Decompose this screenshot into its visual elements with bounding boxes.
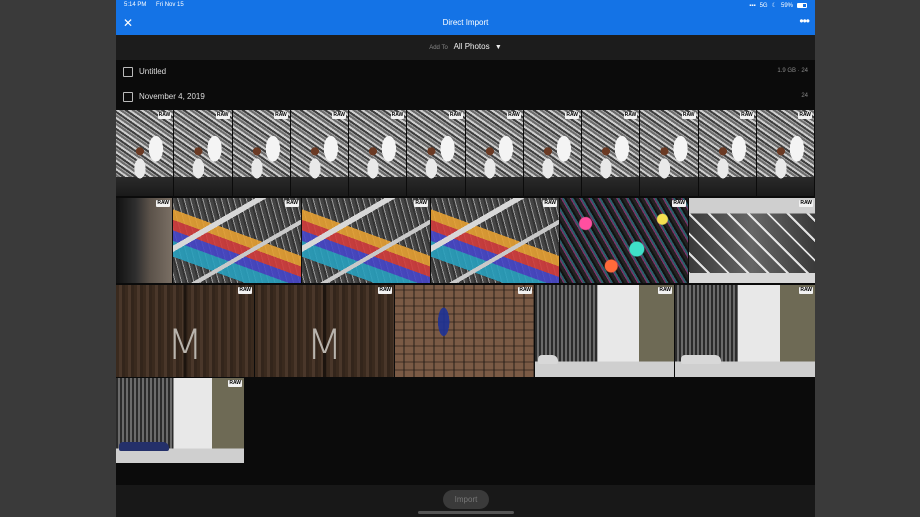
chevron-down-icon[interactable]: ▼: [495, 44, 502, 51]
photo-row: M RAW M RAW RAW RAW RAW: [116, 285, 815, 377]
album-selector[interactable]: All Photos: [454, 42, 490, 51]
more-icon[interactable]: •••: [799, 14, 810, 28]
signal-icon: ▪▪▪: [749, 2, 756, 9]
raw-badge: RAW: [285, 200, 299, 207]
photo-thumbnail[interactable]: M RAW: [255, 285, 394, 377]
raw-badge: RAW: [332, 112, 346, 119]
photo-thumbnail[interactable]: RAW: [640, 110, 698, 196]
raw-badge: RAW: [274, 112, 288, 119]
raw-badge: RAW: [799, 200, 813, 207]
raw-badge: RAW: [681, 112, 696, 119]
raw-badge: RAW: [543, 200, 557, 207]
raw-badge: RAW: [507, 112, 521, 119]
raw-badge: RAW: [228, 380, 242, 387]
photo-row: RAW RAW RAW RAW RAW RAW RAW RAW RAW RAW RAW RAW: [116, 110, 815, 196]
raw-badge: RAW: [798, 112, 812, 119]
group-meta: 24: [801, 93, 808, 99]
battery-icon: [797, 3, 807, 8]
photo-row: RAW: [116, 378, 815, 463]
moon-icon: ☾: [771, 3, 777, 9]
import-button[interactable]: Import: [443, 490, 489, 509]
photo-grid: RAW RAW RAW RAW RAW RAW RAW RAW RAW RAW RAW RAW RAW…: [116, 110, 815, 485]
raw-badge: RAW: [518, 287, 532, 294]
raw-badge: RAW: [215, 112, 230, 119]
select-group-checkbox[interactable]: [123, 92, 133, 102]
photo-thumbnail[interactable]: RAW: [395, 285, 534, 377]
title-bar: ✕ Direct Import •••: [116, 12, 815, 35]
raw-badge: RAW: [565, 112, 579, 119]
raw-badge: RAW: [799, 287, 813, 294]
battery-percent: 59%: [780, 2, 793, 9]
status-time: 5:14 PM: [124, 2, 147, 8]
car: [680, 355, 721, 365]
select-group-checkbox[interactable]: [123, 67, 133, 77]
group-row-untitled: Untitled 1.9 GB · 24: [116, 60, 815, 84]
status-bar: 5:14 PM Fri Nov 15 ▪▪▪ 5G ☾ 59%: [116, 0, 815, 12]
photo-thumbnail[interactable]: RAW: [174, 110, 232, 196]
home-indicator[interactable]: [418, 511, 514, 514]
photo-thumbnail[interactable]: RAW: [698, 110, 756, 196]
photo-thumbnail[interactable]: RAW: [116, 378, 244, 463]
raw-badge: RAW: [740, 112, 754, 119]
photo-thumbnail[interactable]: RAW: [407, 110, 465, 196]
photo-thumbnail[interactable]: RAW: [560, 198, 688, 283]
photo-thumbnail[interactable]: RAW: [302, 198, 430, 283]
group-name: November 4, 2019: [139, 92, 205, 101]
raw-badge: RAW: [378, 287, 392, 294]
photo-thumbnail[interactable]: RAW: [431, 198, 559, 283]
raw-badge: RAW: [414, 200, 428, 207]
direct-import-screen: 5:14 PM Fri Nov 15 ▪▪▪ 5G ☾ 59% ✕ Direct…: [116, 0, 815, 517]
raw-badge: RAW: [390, 112, 405, 119]
photo-thumbnail[interactable]: RAW: [689, 198, 815, 283]
photo-thumbnail[interactable]: RAW: [116, 110, 174, 196]
door-letter: M: [166, 319, 204, 369]
group-name: Untitled: [139, 67, 167, 76]
photo-thumbnail[interactable]: RAW: [535, 285, 674, 377]
photo-thumbnail[interactable]: RAW: [116, 198, 172, 283]
raw-badge: RAW: [658, 287, 672, 294]
network-label: 5G: [759, 2, 768, 9]
raw-badge: RAW: [157, 112, 172, 119]
photo-thumbnail[interactable]: M RAW: [116, 285, 254, 377]
door-letter: M: [306, 319, 343, 369]
photo-thumbnail[interactable]: RAW: [675, 285, 815, 377]
group-row-date: November 4, 2019 24: [116, 85, 815, 109]
raw-badge: RAW: [238, 287, 252, 294]
car: [537, 355, 558, 365]
add-to-label: Add To: [429, 45, 448, 51]
photo-thumbnail[interactable]: RAW: [582, 110, 640, 196]
raw-badge: RAW: [156, 200, 170, 207]
photo-thumbnail[interactable]: RAW: [756, 110, 814, 196]
add-to-bar: Add To All Photos ▼: [116, 35, 815, 60]
raw-badge: RAW: [448, 112, 463, 119]
raw-badge: RAW: [623, 112, 638, 119]
car: [118, 442, 169, 452]
photo-thumbnail[interactable]: RAW: [173, 198, 301, 283]
photo-thumbnail[interactable]: RAW: [349, 110, 407, 196]
photo-thumbnail[interactable]: RAW: [232, 110, 290, 196]
photo-thumbnail[interactable]: RAW: [523, 110, 581, 196]
photo-thumbnail[interactable]: RAW: [290, 110, 348, 196]
status-date: Fri Nov 15: [156, 2, 184, 8]
page-title: Direct Import: [442, 18, 489, 27]
raw-badge: RAW: [672, 200, 686, 207]
photo-thumbnail[interactable]: RAW: [465, 110, 523, 196]
photo-row: RAW RAW RAW RAW RAW RAW: [116, 198, 815, 283]
group-meta: 1.9 GB · 24: [777, 68, 808, 74]
